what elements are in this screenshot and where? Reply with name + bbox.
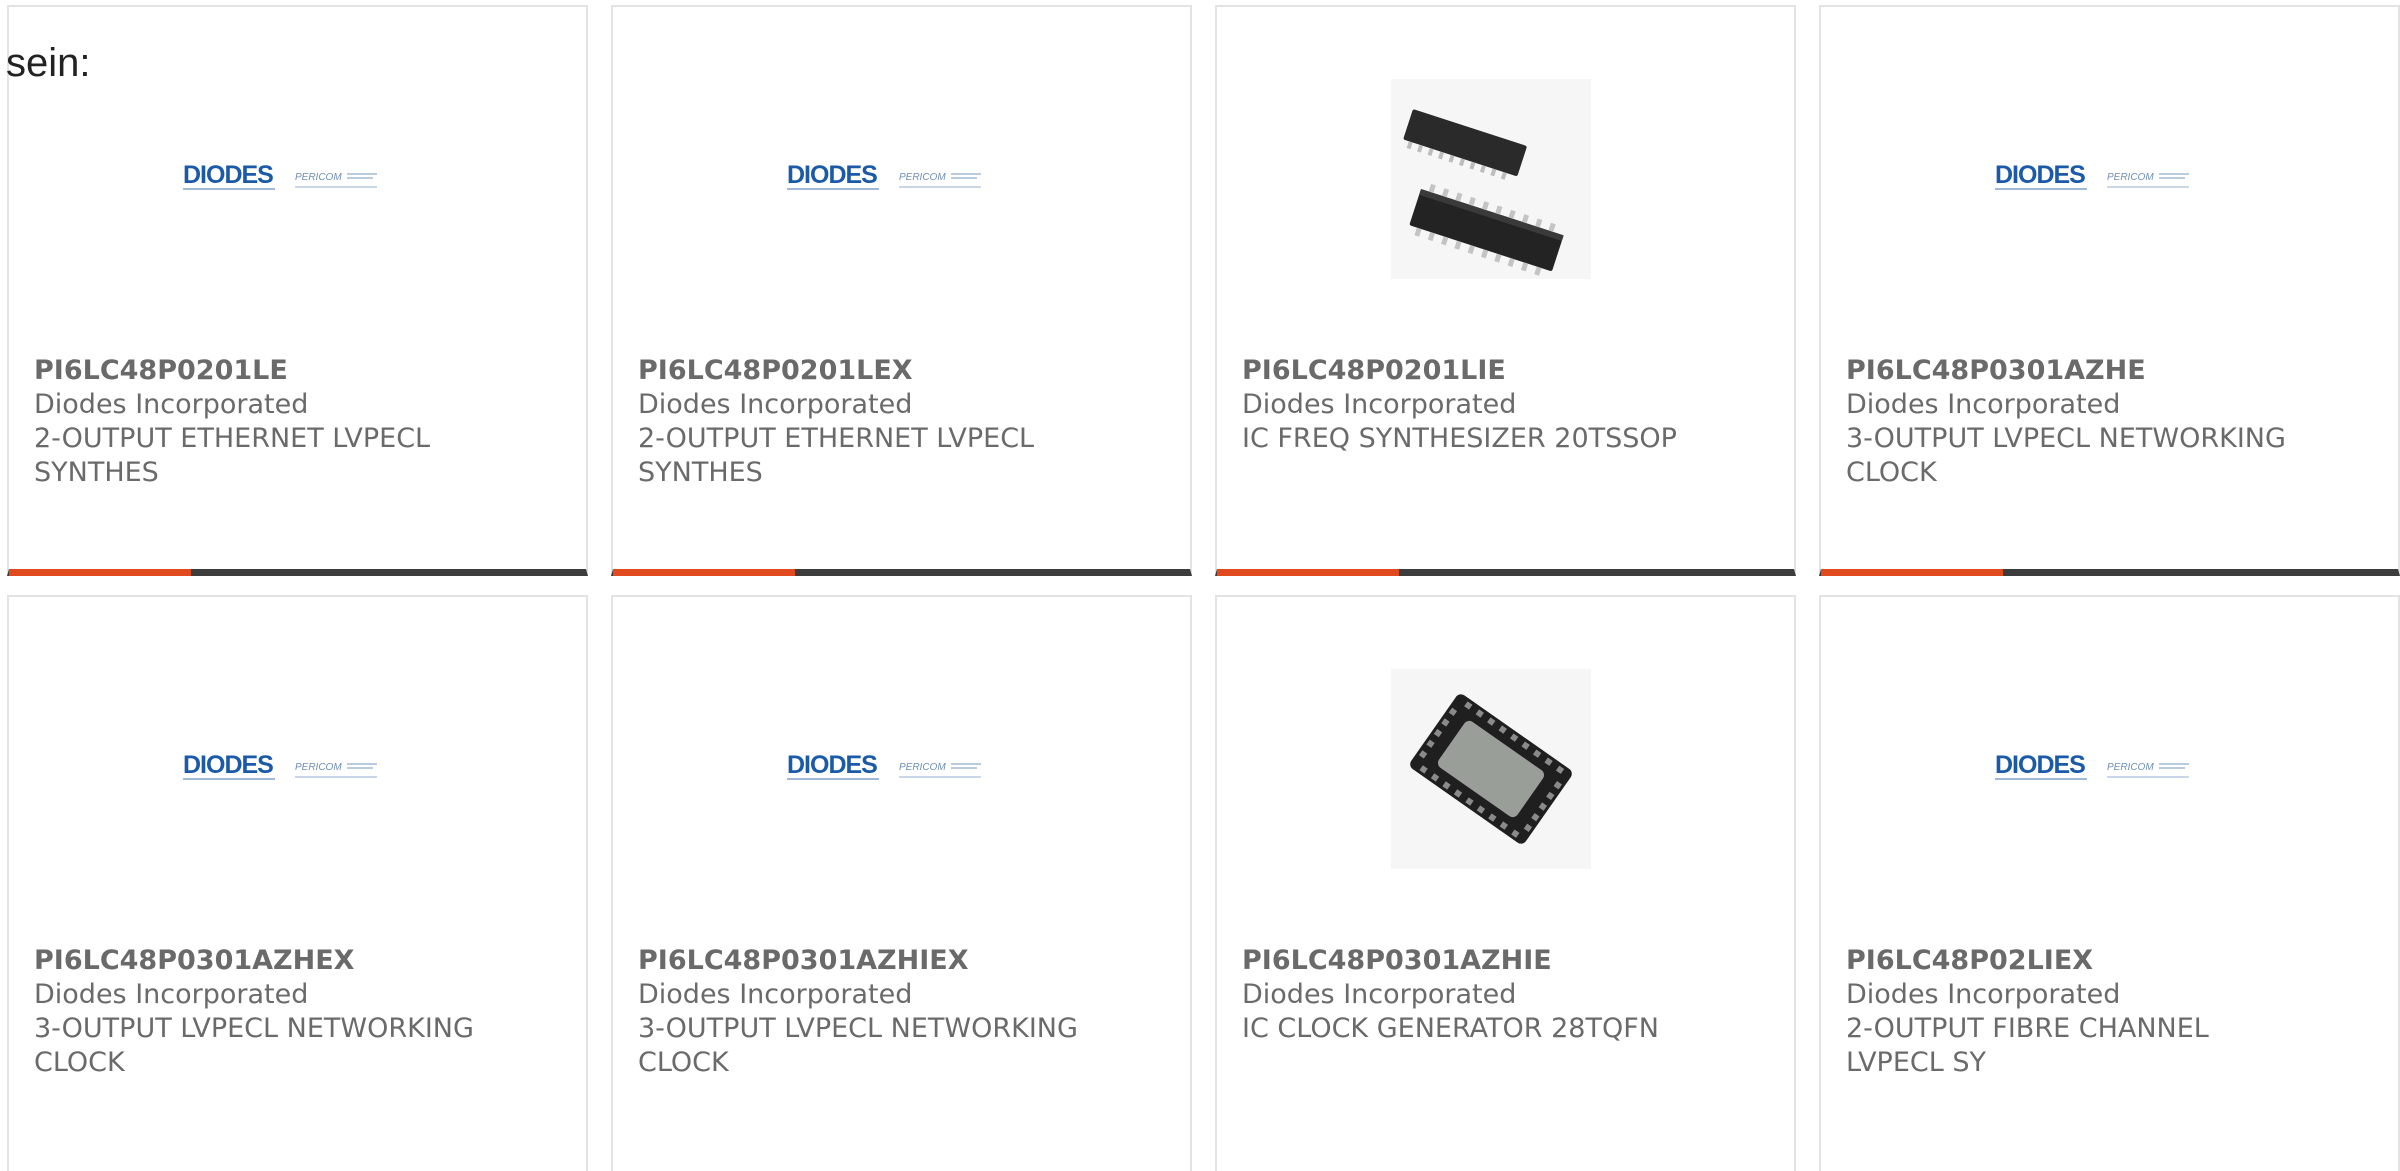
svg-text:DIODES: DIODES — [1995, 161, 2085, 189]
product-manufacturer: Diodes Incorporated — [1242, 979, 1517, 1010]
product-description: 3-OUTPUT LVPECL NETWORKING CLOCK — [638, 1013, 1078, 1078]
product-manufacturer: Diodes Incorporated — [1846, 979, 2121, 1010]
svg-text:PERICOM: PERICOM — [899, 172, 946, 183]
product-part-number[interactable]: PI6LC48P0301AZHIE — [1242, 944, 1552, 978]
product-part-number[interactable]: PI6LC48P0301AZHE — [1846, 354, 2146, 388]
product-image[interactable]: DIODES PERICOM — [787, 79, 987, 279]
product-image[interactable]: DIODES PERICOM — [183, 669, 383, 869]
product-card[interactable]: DIODES PERICOM PI6LC48P0201LEX Diodes Inc… — [611, 5, 1192, 576]
product-description: 2-OUTPUT ETHERNET LVPECL SYNTHES — [638, 423, 1035, 488]
product-description: IC CLOCK GENERATOR 28TQFN — [1242, 1013, 1659, 1044]
product-card[interactable]: DIODES PERICOM PI6LC48P0301AZHIEX Diodes … — [611, 595, 1192, 1171]
product-manufacturer: Diodes Incorporated — [34, 979, 309, 1010]
diodes-pericom-logo: DIODES PERICOM — [1995, 161, 2189, 190]
svg-text:PERICOM: PERICOM — [295, 172, 342, 183]
product-part-number[interactable]: PI6LC48P0201LEX — [638, 354, 913, 388]
product-manufacturer: Diodes Incorporated — [638, 979, 913, 1010]
svg-text:PERICOM: PERICOM — [2107, 762, 2154, 773]
product-description: 3-OUTPUT LVPECL NETWORKING CLOCK — [34, 1013, 474, 1078]
product-description: IC FREQ SYNTHESIZER 20TSSOP — [1242, 423, 1677, 454]
diodes-pericom-logo: DIODES PERICOM — [787, 751, 981, 780]
product-part-number[interactable]: PI6LC48P0201LE — [34, 354, 288, 388]
product-part-number[interactable]: PI6LC48P02LIEX — [1846, 944, 2093, 978]
product-part-number[interactable]: PI6LC48P0301AZHIEX — [638, 944, 969, 978]
svg-text:DIODES: DIODES — [787, 161, 877, 189]
product-description: 3-OUTPUT LVPECL NETWORKING CLOCK — [1846, 423, 2286, 488]
tqfn-chip-photo — [1391, 669, 1591, 869]
product-image[interactable]: DIODES PERICOM — [1995, 669, 2195, 869]
svg-text:DIODES: DIODES — [787, 751, 877, 779]
product-manufacturer: Diodes Incorporated — [1846, 389, 2121, 420]
product-image[interactable] — [1391, 669, 1591, 869]
product-manufacturer: Diodes Incorporated — [638, 389, 913, 420]
product-image[interactable]: DIODES PERICOM — [183, 79, 383, 279]
product-card[interactable]: PI6LC48P0201LIE Diodes Incorporated IC FRE… — [1215, 5, 1796, 576]
product-description: 2-OUTPUT ETHERNET LVPECL SYNTHES — [34, 423, 431, 488]
product-manufacturer: Diodes Incorporated — [1242, 389, 1517, 420]
diodes-pericom-logo: DIODES PERICOM — [183, 161, 377, 190]
diodes-pericom-logo: DIODES PERICOM — [183, 751, 377, 780]
product-card[interactable]: DIODES PERICOM PI6LC48P0201LE Diodes Inco… — [7, 5, 588, 576]
product-card[interactable]: DIODES PERICOM PI6LC48P0301AZHEX Diodes I… — [7, 595, 588, 1171]
svg-text:DIODES: DIODES — [183, 751, 273, 779]
product-part-number[interactable]: PI6LC48P0201LIE — [1242, 354, 1506, 388]
product-card[interactable]: DIODES PERICOM PI6LC48P0301AZHE Diodes In… — [1819, 5, 2400, 576]
product-description: 2-OUTPUT FIBRE CHANNEL LVPECL SY — [1846, 1013, 2209, 1078]
product-card[interactable]: DIODES PERICOM PI6LC48P02LIEX Diodes Inco… — [1819, 595, 2400, 1171]
svg-text:DIODES: DIODES — [183, 161, 273, 189]
svg-text:PERICOM: PERICOM — [899, 762, 946, 773]
product-image[interactable] — [1391, 79, 1591, 279]
product-image[interactable]: DIODES PERICOM — [787, 669, 987, 869]
diodes-pericom-logo: DIODES PERICOM — [1995, 751, 2189, 780]
diodes-pericom-logo: DIODES PERICOM — [787, 161, 981, 190]
svg-text:DIODES: DIODES — [1995, 751, 2085, 779]
section-heading: sein: — [6, 41, 91, 85]
svg-text:PERICOM: PERICOM — [295, 762, 342, 773]
product-image[interactable]: DIODES PERICOM — [1995, 79, 2195, 279]
product-manufacturer: Diodes Incorporated — [34, 389, 309, 420]
tssop-chip-photo — [1391, 79, 1591, 279]
product-part-number[interactable]: PI6LC48P0301AZHEX — [34, 944, 354, 978]
product-card[interactable]: PI6LC48P0301AZHIE Diodes Incorporated IC C… — [1215, 595, 1796, 1171]
svg-text:PERICOM: PERICOM — [2107, 172, 2154, 183]
